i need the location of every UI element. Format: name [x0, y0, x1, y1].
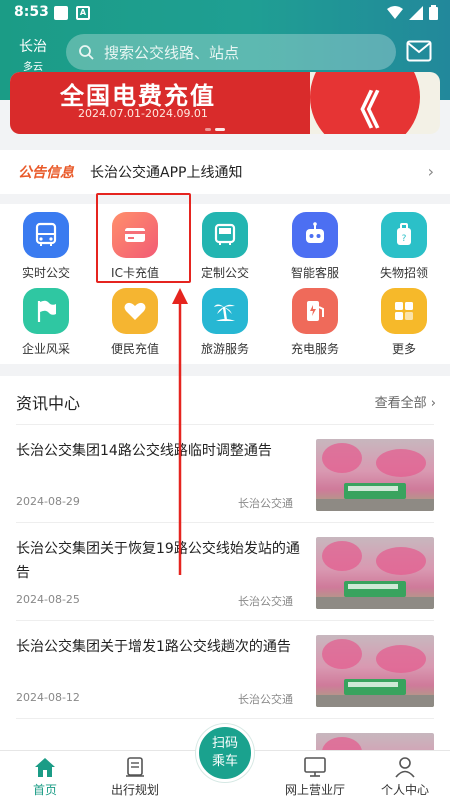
service-travel[interactable]: 旅游服务 — [190, 288, 260, 357]
service-label: 企业风采 — [21, 342, 70, 356]
signal-icon — [409, 5, 423, 20]
notice-tag: 公告信息 — [18, 165, 74, 181]
view-all-link[interactable]: 查看全部 › — [375, 392, 436, 411]
charging-pile-icon — [292, 288, 338, 334]
home-icon — [35, 758, 55, 777]
bus-image — [344, 581, 406, 597]
scan-label-line1: 扫码 — [211, 736, 238, 751]
view-all-label: 查看全部 — [374, 396, 427, 411]
pager-dot — [205, 128, 211, 131]
monitor-icon — [304, 757, 326, 777]
message-icon[interactable] — [406, 40, 432, 62]
banner-pager — [205, 128, 225, 131]
news-article[interactable]: 长治公交集团关于恢复19路公交线始发站的通告 2024-08-25 长治公交通 — [16, 522, 434, 620]
tab-personal-center[interactable]: 个人中心 — [360, 755, 450, 798]
palm-tree-icon — [202, 288, 248, 334]
tab-online-office[interactable]: 网上营业厅 — [270, 755, 360, 798]
article-title: 长治公交集团关于恢复19路公交线始发站的通告 — [16, 541, 300, 581]
news-section: 资讯中心 查看全部 › 长治公交集团14路公交线路临时调整通告 2024-08-… — [0, 376, 450, 756]
tab-home[interactable]: 首页 — [0, 755, 90, 798]
news-heading: 资讯中心 — [16, 394, 81, 413]
tab-label: 网上营业厅 — [284, 783, 345, 797]
service-label: 智能客服 — [290, 266, 339, 280]
article-thumbnail — [316, 635, 434, 707]
article-source: 长治公交通 — [238, 497, 293, 510]
article-source: 长治公交通 — [238, 693, 293, 706]
service-label: 实时公交 — [21, 266, 70, 280]
service-charging[interactable]: 充电服务 — [280, 288, 350, 357]
custom-bus-icon — [202, 212, 248, 258]
heart-hand-icon — [112, 288, 158, 334]
service-label: 定制公交 — [200, 266, 249, 280]
service-label: 失物招领 — [379, 266, 428, 280]
battery-icon — [429, 5, 438, 20]
search-placeholder: 搜索公交线路、站点 — [104, 43, 240, 62]
service-company-profile[interactable]: 企业风采 — [11, 288, 81, 357]
chevron-right-icon: › — [427, 162, 434, 181]
article-date: 2024-08-12 — [16, 691, 80, 704]
article-title: 长治公交集团14路公交线路临时调整通告 — [16, 443, 272, 459]
news-article[interactable]: 长治公交集团14路公交线路临时调整通告 2024-08-29 长治公交通 — [16, 424, 434, 522]
service-label: 旅游服务 — [200, 342, 249, 356]
service-lost-found[interactable]: ? 失物招领 — [369, 212, 439, 281]
article-thumbnail — [316, 537, 434, 609]
news-article[interactable]: 长治公交集团关于增发1路公交线趟次的通告 2024-08-12 长治公交通 — [16, 620, 434, 718]
tab-trip-planning[interactable]: 出行规划 — [90, 755, 180, 798]
service-label: 充电服务 — [290, 342, 339, 356]
tab-label: 首页 — [32, 783, 57, 797]
status-bar: 8:53 A — [0, 0, 450, 26]
article-thumbnail — [316, 439, 434, 511]
notice-bar[interactable]: 公告信息 长治公交通APP上线通知 › — [0, 150, 450, 194]
article-date: 2024-08-25 — [16, 593, 80, 606]
article-date: 2024-08-29 — [16, 495, 80, 508]
service-custom-bus[interactable]: 定制公交 — [190, 212, 260, 281]
pager-dot-active — [215, 128, 225, 131]
search-bar[interactable]: 搜索公交线路、站点 — [66, 34, 396, 70]
notice-text: 长治公交通APP上线通知 — [90, 165, 243, 181]
banner-badge: 《 — [310, 72, 420, 134]
bus-icon — [23, 212, 69, 258]
bus-image — [344, 679, 406, 695]
user-icon — [395, 757, 415, 778]
service-convenience-recharge[interactable]: 便民充值 — [100, 288, 170, 357]
service-more[interactable]: 更多 — [369, 288, 439, 357]
highlight-box — [96, 193, 191, 283]
search-icon — [79, 45, 94, 60]
tab-label: 个人中心 — [380, 783, 429, 797]
tab-label: 出行规划 — [110, 783, 159, 797]
scan-label-line2: 乘车 — [211, 754, 238, 769]
service-label: 便民充值 — [110, 342, 159, 356]
notification-icon — [54, 6, 68, 20]
service-smart-support[interactable]: 智能客服 — [280, 212, 350, 281]
svg-text:?: ? — [402, 234, 407, 244]
wifi-icon — [387, 5, 403, 19]
bus-image — [344, 483, 406, 499]
service-grid: 实时公交 IC卡充值 定制公交 智能客服 ? 失物招领 企业风采 便民充值 旅游… — [0, 204, 450, 364]
grid-more-icon — [381, 288, 427, 334]
promo-banner[interactable]: 全国电费充值 2024.07.01-2024.09.01 《 — [10, 72, 440, 134]
luggage-icon: ? — [381, 212, 427, 258]
service-label: 更多 — [391, 342, 416, 356]
city-name: 长治 — [19, 39, 47, 55]
app-notification-icon: A — [76, 6, 90, 20]
route-icon — [126, 757, 144, 777]
service-realtime-bus[interactable]: 实时公交 — [11, 212, 81, 281]
robot-icon — [292, 212, 338, 258]
banner-date: 2024.07.01-2024.09.01 — [78, 107, 208, 120]
scan-to-ride-button[interactable]: 扫码 乘车 — [196, 724, 254, 782]
banner-title: 全国电费充值 — [60, 82, 216, 110]
article-source: 长治公交通 — [238, 595, 293, 608]
status-time: 8:53 — [14, 4, 49, 20]
flag-icon — [23, 288, 69, 334]
article-title: 长治公交集团关于增发1路公交线趟次的通告 — [16, 639, 291, 655]
